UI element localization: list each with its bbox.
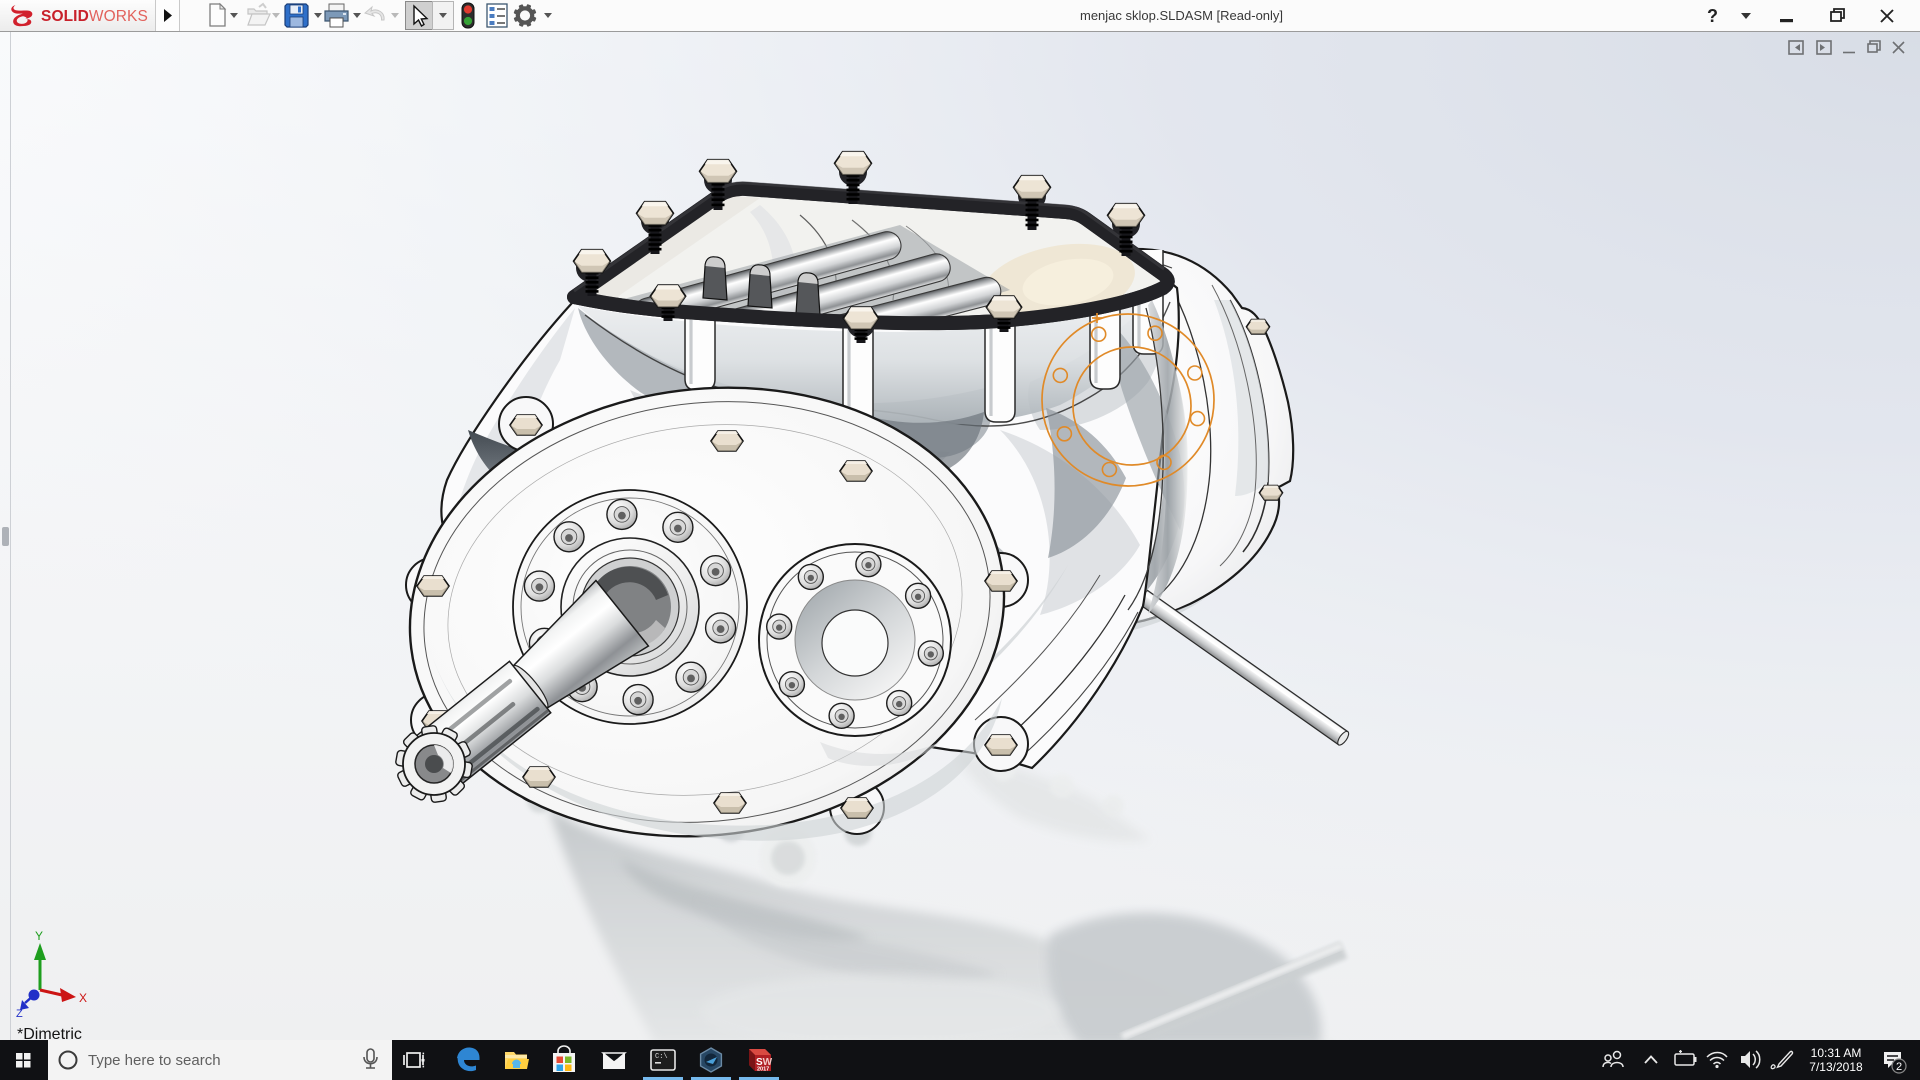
svg-text:C:\: C:\ (655, 1053, 668, 1061)
svg-text:SOLIDWORKS: SOLIDWORKS (41, 8, 148, 25)
svg-text:Y: Y (35, 929, 43, 943)
svg-text:2: 2 (1896, 1061, 1902, 1073)
svg-text:2017: 2017 (757, 1067, 769, 1073)
svg-text:X: X (79, 991, 87, 1005)
svg-text:Z: Z (16, 1008, 23, 1020)
svg-text:?: ? (1707, 6, 1718, 26)
